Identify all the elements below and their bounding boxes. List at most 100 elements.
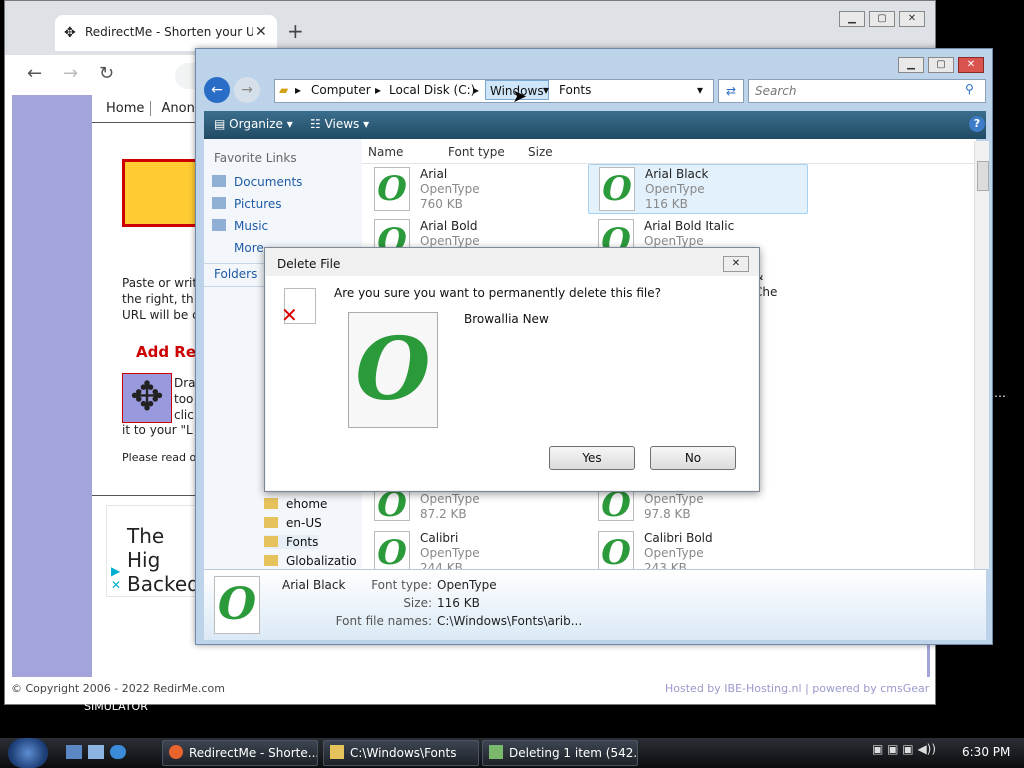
file-item[interactable]: O Calibri Bold OpenType 243 KB	[588, 529, 806, 569]
folder-globalization[interactable]: Globalizatio	[264, 554, 357, 568]
column-size[interactable]: Size	[528, 145, 553, 159]
breadcrumb-computer[interactable]: Computer	[311, 83, 371, 97]
file-item-selected[interactable]: O Arial Black OpenType 116 KB	[588, 164, 808, 214]
new-tab-button[interactable]: +	[287, 19, 304, 43]
favorite-music[interactable]: Music	[212, 219, 268, 233]
show-desktop-icon[interactable]	[66, 745, 82, 759]
browser-tab[interactable]: ✥ RedirectMe - Shorten your URL ✕	[55, 15, 277, 51]
details-size: 116 KB	[437, 596, 480, 610]
scrollbar-thumb[interactable]	[977, 161, 989, 191]
views-button[interactable]: ☷ Views ▾	[310, 117, 369, 131]
favorite-documents[interactable]: Documents	[212, 175, 302, 189]
taskbar-button-browser[interactable]: RedirectMe - Shorte...	[162, 740, 318, 766]
dialog-title: Delete File	[277, 257, 341, 271]
file-operation-icon	[489, 745, 503, 759]
ad-close-icon[interactable]: ✕	[111, 578, 121, 592]
refresh-icon[interactable]: ⇄	[718, 79, 744, 103]
reload-icon[interactable]: ↻	[99, 63, 114, 84]
delete-question: Are you sure you want to permanently del…	[334, 286, 661, 300]
yes-button[interactable]: Yes	[549, 446, 635, 470]
read-notice: Please read ou	[122, 451, 204, 464]
folder-icon	[264, 555, 278, 566]
internet-explorer-icon[interactable]	[110, 745, 126, 759]
folder-en-us[interactable]: en-US	[264, 516, 322, 530]
search-input[interactable]: Search ⚲	[748, 79, 986, 103]
search-placeholder: Search	[755, 84, 797, 98]
taskbar-button-fonts[interactable]: C:\Windows\Fonts	[323, 740, 479, 766]
vertical-scrollbar[interactable]	[974, 141, 989, 569]
system-tray-icons[interactable]: ▣ ▣ ▣ ◀))	[872, 742, 936, 756]
folder-icon	[264, 498, 278, 509]
breadcrumb-sep-icon[interactable]: ▸	[375, 83, 381, 97]
music-icon	[212, 219, 226, 231]
folder-fonts[interactable]: Fonts	[264, 535, 319, 549]
column-name[interactable]: Name	[368, 145, 403, 159]
breadcrumb-fonts[interactable]: Fonts	[559, 83, 591, 97]
delete-file-icon: ✕	[281, 288, 316, 327]
taskbar-button-deleting[interactable]: Deleting 1 item (542...	[482, 740, 638, 766]
explorer-minimize-button[interactable]: ▁	[898, 57, 924, 73]
copyright-text: © Copyright 2006 - 2022 RedirMe.com	[11, 682, 225, 695]
minimize-button[interactable]: ▁	[839, 11, 865, 27]
move-icon: ✥	[64, 25, 76, 41]
explorer-command-bar: ▤ Organize ▾ ☷ Views ▾ ?	[204, 111, 986, 139]
file-item[interactable]: O Calibri OpenType 244 KB	[364, 529, 582, 569]
forward-arrow-icon[interactable]: →	[63, 63, 78, 84]
switch-windows-icon[interactable]	[88, 745, 104, 759]
column-font-type[interactable]: Font type	[448, 145, 505, 159]
close-button[interactable]: ✕	[899, 11, 925, 27]
font-preview-icon: O	[348, 312, 438, 428]
organize-icon: ▤	[214, 117, 230, 131]
opentype-font-icon: O	[374, 531, 410, 569]
views-icon: ☷	[310, 117, 325, 131]
search-icon[interactable]: ⚲	[965, 82, 974, 96]
breadcrumb-sep-icon[interactable]: ▸	[473, 83, 479, 97]
breadcrumb-dropdown-icon[interactable]: ▾	[543, 83, 549, 97]
breadcrumb-sep-icon[interactable]: ▸	[295, 83, 301, 97]
maximize-button[interactable]: ▢	[869, 11, 895, 27]
help-icon[interactable]: ?	[969, 116, 985, 132]
explorer-close-button[interactable]: ✕	[958, 57, 984, 73]
hosted-by-text: Hosted by IBE-Hosting.nl | powered by cm…	[665, 682, 930, 695]
close-tab-icon[interactable]: ✕	[255, 24, 267, 40]
start-button[interactable]	[8, 738, 48, 768]
ad-choices-icon[interactable]: ▶	[111, 564, 120, 578]
documents-icon	[212, 175, 226, 187]
no-button[interactable]: No	[650, 446, 736, 470]
tab-strip: ✥ RedirectMe - Shorten your URL ✕ + ▁ ▢ …	[5, 1, 935, 55]
file-item[interactable]: O Arial OpenType 760 KB	[364, 165, 582, 213]
folder-icon	[264, 517, 278, 528]
favorite-pictures[interactable]: Pictures	[212, 197, 282, 211]
fonts-folder-icon	[264, 536, 278, 547]
advertisement[interactable]: The Hig Backed ▶ ✕	[106, 505, 200, 597]
dialog-close-button[interactable]: ✕	[723, 256, 749, 272]
drag-move-icon[interactable]: ✥	[122, 373, 172, 423]
clock[interactable]: 6:30 PM	[962, 745, 1010, 759]
ellipsis-mark: …	[994, 386, 1006, 400]
favorite-more[interactable]: More	[234, 241, 264, 255]
organize-button[interactable]: ▤ Organize ▾	[214, 117, 293, 131]
back-icon[interactable]: ←	[204, 77, 230, 103]
details-font-type-label: Font type:	[371, 578, 432, 592]
favorites-header: Favorite Links	[214, 151, 297, 165]
mouse-cursor-icon: ➤	[512, 86, 528, 107]
details-file-names-label: Font file names:	[335, 614, 432, 628]
tab-title: RedirectMe - Shorten your URL	[85, 25, 253, 39]
simulator-label: SIMULATOR	[84, 700, 148, 713]
explorer-titlebar: ▁ ▢ ✕	[196, 49, 992, 77]
drag-instructions-tail: it to your "L	[122, 423, 193, 437]
pictures-icon	[212, 197, 226, 209]
delete-file-dialog: Delete File ✕ ✕ Are you sure you want to…	[264, 247, 760, 492]
column-headers: Name Font type Size	[362, 141, 976, 164]
explorer-maximize-button[interactable]: ▢	[928, 57, 954, 73]
breadcrumb-local-disk[interactable]: Local Disk (C:)	[389, 83, 475, 97]
details-font-name: Arial Black	[282, 578, 346, 592]
folder-ehome[interactable]: ehome	[264, 497, 327, 511]
opentype-font-icon: O	[214, 576, 260, 634]
address-dropdown-icon[interactable]: ▾	[697, 83, 703, 97]
nav-home-link[interactable]: Home	[100, 101, 152, 116]
forward-icon[interactable]: →	[234, 77, 260, 103]
opentype-font-icon: O	[374, 167, 410, 211]
explorer-address-bar[interactable]: ▰ ▸ Computer ▸ Local Disk (C:) ▸ Windows…	[274, 79, 714, 103]
back-arrow-icon[interactable]: ←	[27, 63, 42, 84]
